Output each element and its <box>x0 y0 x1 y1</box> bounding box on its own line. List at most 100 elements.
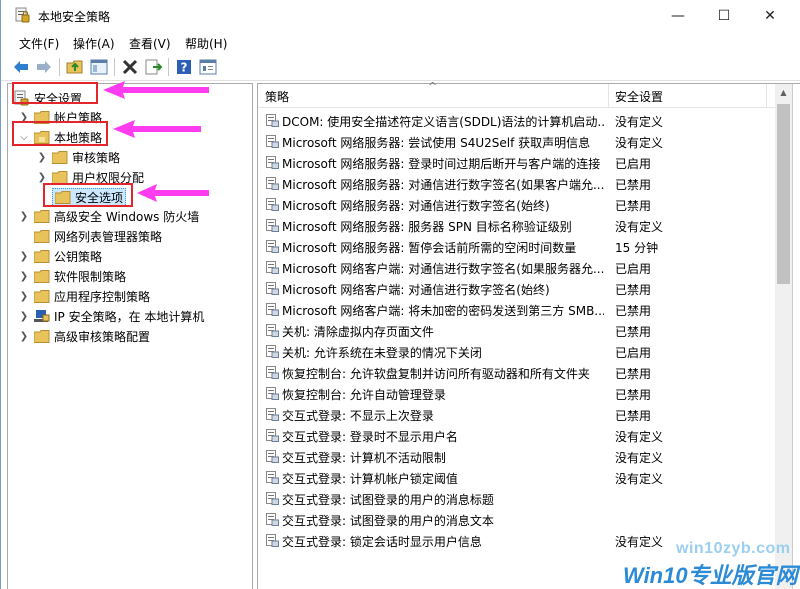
scrollbar-thumb[interactable] <box>777 104 790 284</box>
table-row[interactable]: 交互式登录: 登录时不显示用户名 没有定义 <box>258 425 778 446</box>
policy-name: 交互式登录: 计算机帐户锁定阈值 <box>282 472 458 486</box>
show-hide-tree-icon[interactable] <box>89 58 109 76</box>
security-policy-app-icon <box>15 7 30 23</box>
policy-setting-icon <box>266 513 279 526</box>
back-arrow-icon[interactable] <box>11 58 31 76</box>
table-row[interactable]: Microsoft 网络客户端: 对通信进行数字签名(始终) 已禁用 <box>258 278 778 299</box>
table-row[interactable]: 恢复控制台: 允许软盘复制并访问所有驱动器和所有文件夹 已禁用 <box>258 362 778 383</box>
policy-name: 关机: 清除虚拟内存页面文件 <box>282 325 434 339</box>
table-row[interactable]: 关机: 允许系统在未登录的情况下关闭 已启用 <box>258 341 778 362</box>
table-row[interactable]: Microsoft 网络服务器: 服务器 SPN 目标名称验证级别 没有定义 <box>258 215 778 236</box>
chevron-right-icon[interactable]: ❯ <box>36 171 48 183</box>
chevron-right-icon[interactable]: ❯ <box>18 111 30 123</box>
table-row[interactable]: Microsoft 网络服务器: 尝试使用 S4U2Self 获取声明信息 没有定… <box>258 131 778 152</box>
policy-name: 交互式登录: 登录时不显示用户名 <box>282 430 458 444</box>
window-title: 本地安全策略 <box>38 10 111 24</box>
security-setting-value: 已启用 <box>615 262 652 276</box>
table-row[interactable]: Microsoft 网络服务器: 暂停会话前所需的空闲时间数量 15 分钟 <box>258 236 778 257</box>
table-row[interactable]: 恢复控制台: 允许自动管理登录 已禁用 <box>258 383 778 404</box>
table-row[interactable]: 交互式登录: 试图登录的用户的消息标题 <box>258 488 778 509</box>
table-row[interactable]: 交互式登录: 计算机不活动限制 没有定义 <box>258 446 778 467</box>
minimize-button[interactable]: — <box>655 0 701 31</box>
column-header-policy[interactable]: 策略 <box>265 84 289 108</box>
menu-help[interactable]: 帮助(H) <box>185 35 227 52</box>
table-row[interactable]: 交互式登录: 计算机帐户锁定阈值 没有定义 <box>258 467 778 488</box>
chevron-right-icon[interactable]: ❯ <box>18 270 30 282</box>
tree-item-user-rights-assignment[interactable]: ❯ 用户权限分配 <box>36 167 144 187</box>
watermark-brand: Win10专业版官网 <box>623 563 798 588</box>
tree-item-label: 网络列表管理器策略 <box>54 229 163 244</box>
column-header-setting[interactable]: 安全设置 <box>615 84 663 108</box>
maximize-button[interactable]: ☐ <box>701 0 747 31</box>
tree-item-security-options[interactable]: 安全选项 <box>52 187 127 207</box>
chevron-right-icon[interactable]: ❯ <box>18 250 30 262</box>
chevron-right-icon[interactable]: ❯ <box>18 210 30 222</box>
chevron-right-icon[interactable]: ❯ <box>18 330 30 342</box>
menu-file[interactable]: 文件(F) <box>19 35 59 52</box>
policy-name: 关机: 允许系统在未登录的情况下关闭 <box>282 346 482 360</box>
table-row[interactable]: 关机: 清除虚拟内存页面文件 已禁用 <box>258 320 778 341</box>
forward-arrow-icon[interactable] <box>34 58 54 76</box>
policy-name: 交互式登录: 计算机不活动限制 <box>282 451 446 465</box>
delete-icon[interactable] <box>120 58 140 76</box>
vertical-scrollbar[interactable]: ▲ <box>775 84 792 589</box>
close-button[interactable]: ✕ <box>747 0 793 31</box>
tree-item-account-policies[interactable]: ❯ 帐户策略 <box>18 107 102 127</box>
title-bar[interactable]: 本地安全策略 — ☐ ✕ <box>1 0 800 31</box>
tree-item-advanced-audit[interactable]: ❯ 高级审核策略配置 <box>18 326 150 346</box>
table-row[interactable]: Microsoft 网络客户端: 对通信进行数字签名(如果服务器允... 已启用 <box>258 257 778 278</box>
security-setting-value: 已启用 <box>615 346 652 360</box>
policy-name: 恢复控制台: 允许软盘复制并访问所有驱动器和所有文件夹 <box>282 367 590 381</box>
tree-item-label: 本地策略 <box>54 130 103 145</box>
export-list-icon[interactable] <box>144 58 164 76</box>
table-row[interactable]: Microsoft 网络服务器: 对通信进行数字签名(如果客户端允... 已禁用 <box>258 173 778 194</box>
policy-name: DCOM: 使用安全描述符定义语言(SDDL)语法的计算机启动... <box>282 115 604 129</box>
chevron-right-icon[interactable]: ❯ <box>18 310 30 322</box>
folder-open-icon <box>34 130 50 144</box>
toolbar: ? <box>1 53 800 81</box>
tree-item-label: IP 安全策略，在 本地计算机 <box>54 309 205 324</box>
table-row[interactable]: 交互式登录: 不显示上次登录 已禁用 <box>258 404 778 425</box>
tree-root-security-settings[interactable]: 安全设置 <box>14 88 82 108</box>
security-setting-value: 没有定义 <box>615 115 664 129</box>
policy-name: 恢复控制台: 允许自动管理登录 <box>282 388 446 402</box>
properties-icon[interactable] <box>198 58 218 76</box>
security-setting-value: 没有定义 <box>615 220 664 234</box>
scroll-up-icon[interactable]: ▲ <box>775 84 792 101</box>
chevron-down-icon[interactable]: ⌵ <box>18 131 30 143</box>
help-icon[interactable]: ? <box>174 58 194 76</box>
folder-icon <box>52 170 68 184</box>
policy-setting-icon <box>266 177 279 190</box>
chevron-right-icon[interactable]: ❯ <box>18 290 30 302</box>
menu-view[interactable]: 查看(V) <box>129 35 171 52</box>
table-row[interactable]: Microsoft 网络服务器: 登录时间过期后断开与客户端的连接 已启用 <box>258 152 778 173</box>
security-setting-value: 已启用 <box>615 157 652 171</box>
tree-item-software-restriction[interactable]: ❯ 软件限制策略 <box>18 266 126 286</box>
policy-name: 交互式登录: 试图登录的用户的消息文本 <box>282 514 494 528</box>
table-row[interactable]: Microsoft 网络服务器: 对通信进行数字签名(始终) 已禁用 <box>258 194 778 215</box>
tree-item-public-key-policies[interactable]: ❯ 公钥策略 <box>18 246 102 266</box>
table-row[interactable]: DCOM: 使用安全描述符定义语言(SDDL)语法的计算机启动... 没有定义 <box>258 110 778 131</box>
chevron-right-icon[interactable]: ❯ <box>36 151 48 163</box>
tree-item-application-control[interactable]: ❯ 应用程序控制策略 <box>18 286 150 306</box>
tree-item-network-list-manager[interactable]: 网络列表管理器策略 <box>18 226 162 246</box>
policy-setting-icon <box>266 429 279 442</box>
tree-item-audit-policy[interactable]: ❯ 审核策略 <box>36 147 120 167</box>
folder-icon <box>34 249 50 263</box>
selected-highlight: 安全选项 <box>52 187 127 207</box>
column-divider[interactable] <box>608 84 609 108</box>
tree-item-ip-security[interactable]: ❯ IP 安全策略，在 本地计算机 <box>18 306 204 326</box>
policy-setting-icon <box>266 261 279 274</box>
table-row[interactable]: Microsoft 网络客户端: 将未加密的密码发送到第三方 SMB... 已禁用 <box>258 299 778 320</box>
up-folder-icon[interactable] <box>65 58 85 76</box>
table-row[interactable]: 交互式登录: 试图登录的用户的消息文本 <box>258 509 778 530</box>
column-divider[interactable] <box>766 84 767 108</box>
svg-text:?: ? <box>181 61 188 75</box>
policy-setting-icon <box>266 282 279 295</box>
policy-setting-icon <box>266 534 279 547</box>
policy-name: 交互式登录: 锁定会话时显示用户信息 <box>282 535 482 549</box>
policy-name: 交互式登录: 试图登录的用户的消息标题 <box>282 493 494 507</box>
menu-action[interactable]: 操作(A) <box>73 35 115 52</box>
tree-item-windows-firewall[interactable]: ❯ 高级安全 Windows 防火墙 <box>18 206 199 226</box>
tree-item-local-policies[interactable]: ⌵ 本地策略 <box>18 127 102 147</box>
